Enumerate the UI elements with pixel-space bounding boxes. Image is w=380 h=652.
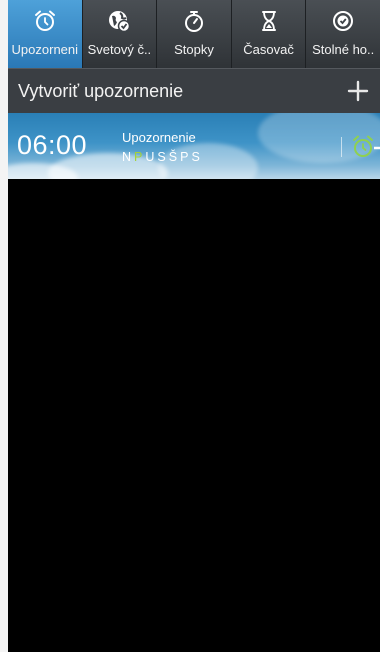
day-letter: U bbox=[145, 150, 158, 164]
tab-label: Stopky bbox=[174, 42, 214, 57]
day-letter: N bbox=[122, 150, 135, 164]
tab-bar: Upozorneni Svetový č.. Stopky Časovač St… bbox=[8, 0, 380, 68]
tab-timer[interactable]: Časovač bbox=[232, 0, 307, 68]
create-alarm-label: Vytvoriť upozornenie bbox=[18, 80, 184, 101]
hourglass-icon bbox=[256, 8, 282, 34]
tab-label: Svetový č.. bbox=[87, 42, 152, 57]
add-alarm-button[interactable] bbox=[338, 71, 378, 111]
tab-stopwatch[interactable]: Stopky bbox=[157, 0, 232, 68]
create-alarm-row[interactable]: Vytvoriť upozornenie bbox=[8, 68, 380, 113]
day-letter: P bbox=[134, 150, 146, 164]
tab-world-clock[interactable]: Svetový č.. bbox=[83, 0, 158, 68]
day-letter: S bbox=[191, 150, 203, 164]
plus-icon bbox=[347, 80, 369, 102]
clock-app-screen: Upozorneni Svetový č.. Stopky Časovač St… bbox=[0, 0, 380, 652]
desk-clock-icon bbox=[330, 8, 356, 34]
alarm-repeat-days: NPUSŠPS bbox=[122, 150, 203, 164]
world-clock-icon bbox=[106, 8, 132, 34]
divider bbox=[341, 137, 342, 157]
day-letter: P bbox=[180, 150, 192, 164]
tab-desk-clock[interactable]: Stolné ho.. bbox=[306, 0, 380, 68]
tab-label: Časovač bbox=[243, 42, 294, 57]
day-letter: Š bbox=[168, 150, 181, 164]
alarm-name: Upozornenie bbox=[122, 130, 196, 145]
alarm-on-icon bbox=[353, 135, 380, 157]
alarm-toggle-button[interactable] bbox=[350, 134, 380, 160]
alarm-time: 06:00 bbox=[17, 130, 88, 160]
left-edge bbox=[0, 0, 8, 652]
stopwatch-icon bbox=[181, 8, 207, 34]
tab-label: Upozorneni bbox=[11, 42, 79, 57]
tab-alarm[interactable]: Upozorneni bbox=[8, 0, 83, 68]
day-letter: S bbox=[157, 150, 169, 164]
alarm-clock-icon bbox=[32, 8, 58, 34]
alarm-item[interactable]: 06:00 Upozornenie NPUSŠPS bbox=[8, 113, 380, 179]
tab-label: Stolné ho.. bbox=[312, 42, 375, 57]
